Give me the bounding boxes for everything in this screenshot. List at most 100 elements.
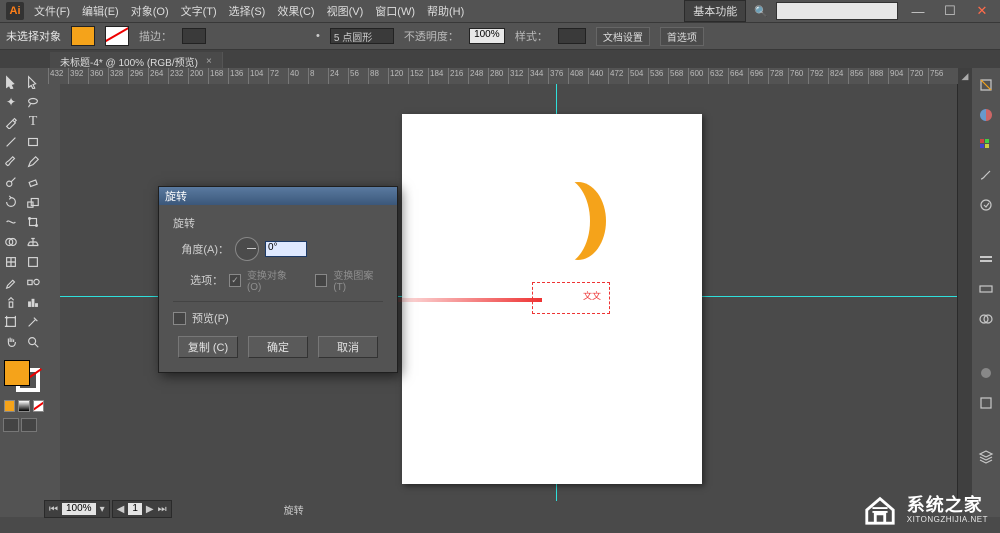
transform-patterns-checkbox[interactable] — [315, 274, 327, 287]
free-transform-tool[interactable] — [22, 212, 44, 232]
zoom-tool[interactable] — [22, 332, 44, 352]
window-minimize[interactable]: — — [906, 4, 930, 19]
pencil-tool[interactable] — [22, 152, 44, 172]
artboard-nav[interactable]: ◀ 1 ▶ ⏭ — [112, 500, 172, 518]
menu-type[interactable]: 文字(T) — [181, 3, 217, 19]
zoom-control[interactable]: ⏮ 100% ▾ — [44, 500, 110, 518]
zoom-dropdown-icon[interactable]: ▾ — [100, 504, 105, 515]
paintbrush-tool[interactable] — [0, 152, 22, 172]
angle-wheel[interactable] — [235, 237, 259, 261]
angle-input[interactable]: 0° — [265, 241, 307, 257]
menu-file[interactable]: 文件(F) — [34, 3, 70, 19]
window-close[interactable]: ✕ — [970, 3, 994, 19]
workspace-switcher[interactable]: 基本功能 — [684, 0, 746, 22]
graphic-style-dropdown[interactable] — [558, 28, 586, 44]
color-panel-icon[interactable] — [977, 76, 995, 94]
symbol-sprayer-tool[interactable] — [0, 292, 22, 312]
menu-effect[interactable]: 效果(C) — [277, 3, 314, 19]
gradient-tool[interactable] — [22, 252, 44, 272]
horizontal-ruler[interactable]: 4323923603282962642322001681361047240824… — [44, 68, 958, 85]
menu-object[interactable]: 对象(O) — [131, 3, 169, 19]
ruler-origin[interactable]: ◢ — [958, 68, 972, 84]
document-tab-close[interactable]: × — [206, 56, 212, 67]
preview-checkbox[interactable] — [173, 312, 186, 325]
search-input[interactable] — [776, 2, 898, 20]
menu-help[interactable]: 帮助(H) — [427, 3, 464, 19]
dialog-titlebar[interactable]: 旋转 — [159, 187, 397, 205]
menu-window[interactable]: 窗口(W) — [375, 3, 415, 19]
artboard[interactable]: 文文 — [402, 114, 702, 484]
blend-tool[interactable] — [22, 272, 44, 292]
gradient-panel-icon[interactable] — [977, 280, 995, 298]
lasso-tool[interactable] — [22, 92, 44, 112]
color-mode-none[interactable] — [33, 400, 44, 412]
stroke-swatch[interactable] — [105, 26, 129, 46]
menu-view[interactable]: 视图(V) — [327, 3, 364, 19]
brush-preset-dropdown[interactable]: 5 点圆形 — [330, 28, 394, 44]
menu-edit[interactable]: 编辑(E) — [82, 3, 119, 19]
column-graph-tool[interactable] — [22, 292, 44, 312]
rectangle-tool[interactable] — [22, 132, 44, 152]
first-icon[interactable]: ⏮ — [49, 504, 58, 515]
graphic-styles-panel-icon[interactable] — [977, 394, 995, 412]
search-icon: 🔍 — [754, 5, 768, 18]
color-guide-panel-icon[interactable] — [977, 106, 995, 124]
type-tool[interactable]: T — [22, 112, 44, 132]
appearance-panel-icon[interactable] — [977, 364, 995, 382]
ok-button[interactable]: 确定 — [248, 336, 308, 358]
watermark-cn: 系统之家 — [907, 496, 988, 516]
screen-mode-full[interactable] — [21, 418, 37, 432]
statusbar: ⏮ 100% ▾ ◀ 1 ▶ ⏭ 旋转 — [44, 501, 972, 517]
workarea: ✦ T — [0, 68, 1000, 517]
copy-button[interactable]: 复制 (C) — [178, 336, 238, 358]
direct-selection-tool[interactable] — [22, 72, 44, 92]
zoom-value[interactable]: 100% — [62, 503, 96, 515]
stroke-panel-icon[interactable] — [977, 250, 995, 268]
opacity-input[interactable]: 100% — [469, 28, 505, 44]
symbols-panel-icon[interactable] — [977, 196, 995, 214]
window-maximize[interactable]: ☐ — [938, 3, 962, 19]
mesh-tool[interactable] — [0, 252, 22, 272]
document-tabstrip: 未标题-4* @ 100% (RGB/预览) × — [0, 50, 1000, 70]
artboard-tool[interactable] — [0, 312, 22, 332]
shape-builder-tool[interactable] — [0, 232, 22, 252]
color-mode-gradient[interactable] — [18, 400, 29, 412]
last-artboard-icon[interactable]: ⏭ — [158, 504, 167, 515]
preferences-button[interactable]: 首选项 — [660, 27, 704, 46]
magic-wand-tool[interactable]: ✦ — [0, 92, 22, 112]
cancel-button[interactable]: 取消 — [318, 336, 378, 358]
watermark-logo — [861, 493, 899, 527]
vertical-scrollbar[interactable] — [957, 84, 972, 503]
slice-tool[interactable] — [22, 312, 44, 332]
pen-tool[interactable] — [0, 112, 22, 132]
hand-tool[interactable] — [0, 332, 22, 352]
brushes-panel-icon[interactable] — [977, 166, 995, 184]
stroke-weight-input[interactable] — [182, 28, 206, 44]
eyedropper-tool[interactable] — [0, 272, 22, 292]
fill-box[interactable] — [4, 360, 30, 386]
width-tool[interactable] — [0, 212, 22, 232]
fill-swatch[interactable] — [71, 26, 95, 46]
blob-brush-tool[interactable] — [0, 172, 22, 192]
artboard-index[interactable]: 1 — [128, 503, 142, 515]
prev-artboard-icon[interactable]: ◀ — [117, 504, 125, 515]
screen-mode-normal[interactable] — [3, 418, 19, 432]
dialog-section-label: 旋转 — [173, 215, 383, 231]
transparency-panel-icon[interactable] — [977, 310, 995, 328]
rotate-tool[interactable] — [0, 192, 22, 212]
layers-panel-icon[interactable] — [977, 448, 995, 466]
crescent-shape[interactable] — [550, 182, 600, 260]
swatches-panel-icon[interactable] — [977, 136, 995, 154]
fill-stroke-indicator[interactable] — [2, 358, 42, 394]
transform-objects-checkbox[interactable] — [229, 274, 241, 287]
menu-select[interactable]: 选择(S) — [229, 3, 266, 19]
vertical-ruler[interactable] — [44, 84, 61, 503]
scale-tool[interactable] — [22, 192, 44, 212]
next-artboard-icon[interactable]: ▶ — [146, 504, 154, 515]
color-mode-solid[interactable] — [4, 400, 15, 412]
document-setup-button[interactable]: 文档设置 — [596, 27, 650, 46]
selection-tool[interactable] — [0, 72, 22, 92]
perspective-grid-tool[interactable] — [22, 232, 44, 252]
line-tool[interactable] — [0, 132, 22, 152]
eraser-tool[interactable] — [22, 172, 44, 192]
